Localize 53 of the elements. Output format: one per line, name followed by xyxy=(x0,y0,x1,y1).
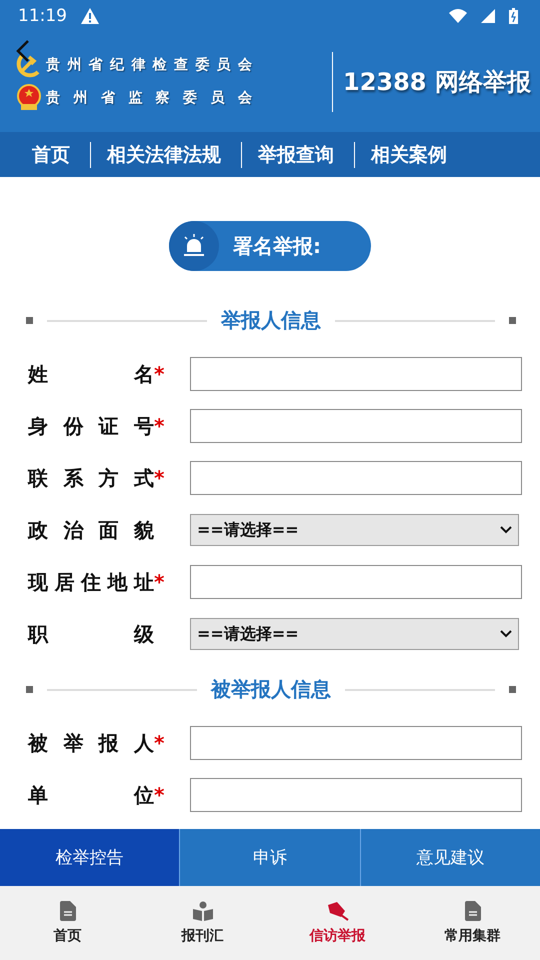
bottom-nav-item[interactable]: 首页 xyxy=(0,886,135,960)
badge-label: 署名举报: xyxy=(233,232,321,260)
select-field[interactable]: ==请选择== xyxy=(190,618,519,650)
section-title: 举报人信息 xyxy=(221,307,321,334)
chevron-icon xyxy=(500,526,512,534)
nav-link[interactable]: 首页 xyxy=(16,142,91,168)
input-field[interactable] xyxy=(190,565,522,599)
field-label: 身份证号 xyxy=(28,412,154,440)
nav-link[interactable]: 举报查询 xyxy=(242,142,355,168)
input-field[interactable] xyxy=(190,461,522,495)
report-type-tab[interactable]: 检举控告 xyxy=(0,829,180,886)
required-mark: * xyxy=(154,570,164,594)
field-label: 单位 xyxy=(28,782,154,808)
input-field[interactable] xyxy=(190,778,522,812)
required-mark: * xyxy=(154,783,164,807)
document-icon xyxy=(464,901,480,921)
emblem-icon xyxy=(16,52,42,78)
input-field[interactable] xyxy=(190,409,522,443)
bottom-nav-item[interactable]: 常用集群 xyxy=(405,886,540,960)
input-field[interactable] xyxy=(190,357,522,391)
required-mark: * xyxy=(154,466,164,490)
required-mark: * xyxy=(154,362,164,386)
organization-name: 贵州省监察委员会 xyxy=(46,89,252,107)
document-icon xyxy=(60,901,76,921)
section-title: 被举报人信息 xyxy=(211,676,331,703)
input-field[interactable] xyxy=(190,726,522,760)
emblem-icon xyxy=(16,84,42,112)
field-label: 姓名 xyxy=(28,360,154,388)
status-time: 11:19 xyxy=(18,6,67,26)
signal-icon xyxy=(481,9,495,23)
required-mark: * xyxy=(154,414,164,438)
report-type-tab[interactable]: 意见建议 xyxy=(360,829,540,886)
field-label: 联系方式 xyxy=(28,464,154,492)
select-field[interactable]: ==请选择== xyxy=(190,514,519,546)
field-label: 现居住地址 xyxy=(28,568,154,596)
pen-icon xyxy=(326,901,348,921)
battery-icon xyxy=(509,8,518,24)
field-label: 政治面貌 xyxy=(28,516,154,544)
report-type-tab[interactable]: 申诉 xyxy=(179,829,360,886)
warning-icon xyxy=(81,8,99,24)
required-mark: * xyxy=(154,731,164,755)
field-label: 被举报人 xyxy=(28,730,154,756)
app-title: 12388 网络举报 xyxy=(343,67,531,98)
field-label: 职级 xyxy=(28,620,154,648)
bottom-nav-item[interactable]: 信访举报 xyxy=(270,886,405,960)
nav-link[interactable]: 相关法律法规 xyxy=(91,142,242,168)
siren-icon xyxy=(181,234,207,258)
chevron-icon xyxy=(500,630,512,638)
organization-name: 贵州省纪律检查委员会 xyxy=(46,56,252,74)
nav-link[interactable]: 相关案例 xyxy=(355,142,467,168)
wifi-icon xyxy=(449,9,467,23)
bottom-nav-item[interactable]: 报刊汇 xyxy=(135,886,270,960)
reader-icon xyxy=(192,901,212,921)
